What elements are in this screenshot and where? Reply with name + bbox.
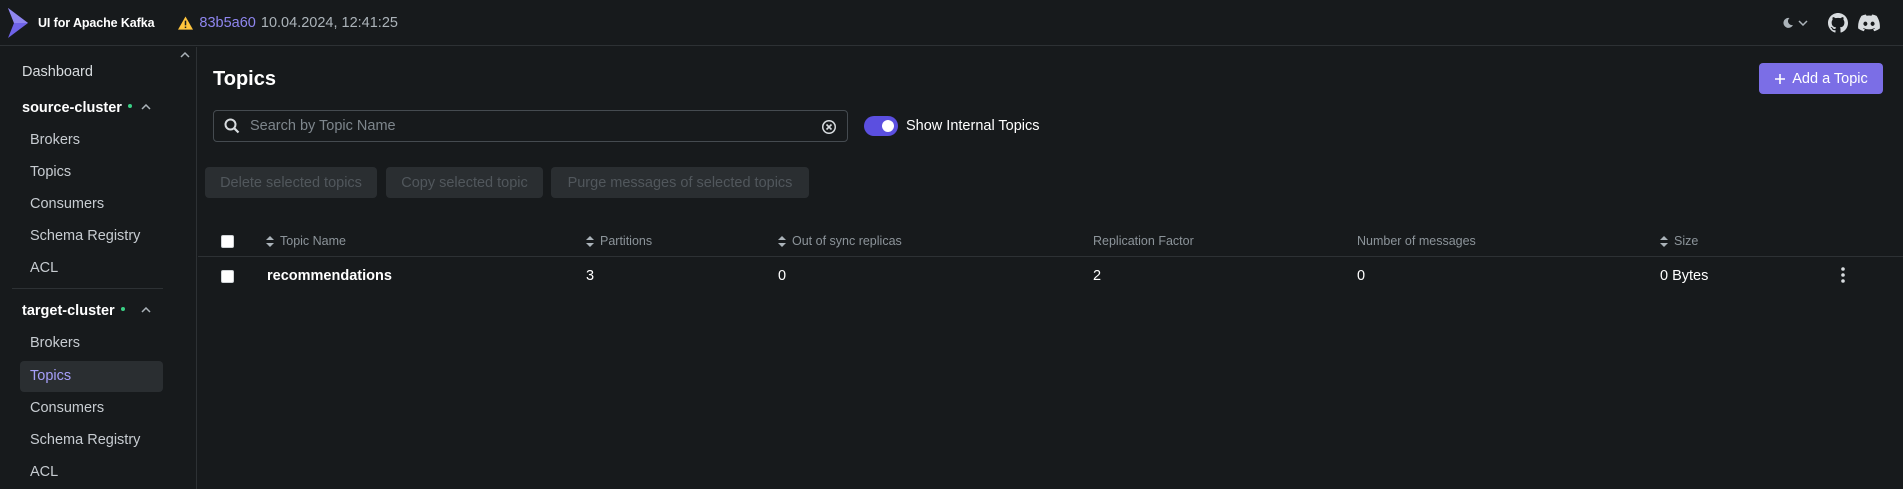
column-label: Partitions bbox=[600, 234, 653, 248]
app-title: UI for Apache Kafka bbox=[38, 15, 155, 30]
sidebar: Dashboard source-cluster Brokers Topics … bbox=[0, 47, 197, 489]
column-size[interactable]: Size bbox=[1660, 225, 1698, 257]
moon-icon bbox=[1783, 17, 1793, 28]
column-number-of-messages: Number of messages bbox=[1357, 225, 1476, 257]
toggle-knob bbox=[882, 120, 894, 132]
column-label: Replication Factor bbox=[1093, 234, 1194, 248]
chevron-down-icon bbox=[1798, 20, 1808, 26]
status-online-dot bbox=[127, 103, 132, 108]
main-content: Topics Add a Topic Show Internal Topics … bbox=[198, 47, 1903, 489]
table-row: recommendations 3 0 2 0 0 Bytes bbox=[198, 258, 1903, 294]
kafka-logo[interactable]: UI for Apache Kafka bbox=[6, 6, 155, 40]
show-internal-toggle[interactable] bbox=[864, 116, 898, 136]
cluster-name: source-cluster bbox=[22, 100, 122, 116]
column-label: Topic Name bbox=[280, 234, 346, 248]
cell-out-of-sync: 0 bbox=[778, 268, 787, 284]
sidebar-item-acl[interactable]: ACL bbox=[20, 253, 163, 284]
chevron-up-icon bbox=[141, 104, 151, 110]
scroll-up-icon[interactable] bbox=[179, 49, 191, 61]
warning-icon bbox=[178, 15, 194, 30]
column-replication-factor: Replication Factor bbox=[1093, 225, 1194, 257]
search-icon bbox=[224, 118, 240, 134]
sidebar-item-consumers[interactable]: Consumers bbox=[20, 393, 163, 424]
column-out-of-sync[interactable]: Out of sync replicas bbox=[778, 225, 902, 257]
cluster-header-target[interactable]: target-cluster bbox=[12, 296, 163, 327]
sidebar-item-topics[interactable]: Topics bbox=[20, 157, 163, 188]
cell-size: 0 Bytes bbox=[1660, 268, 1709, 284]
delete-selected-topics-button[interactable]: Delete selected topics bbox=[205, 167, 377, 198]
sidebar-item-schema-registry[interactable]: Schema Registry bbox=[20, 221, 163, 252]
purge-messages-button[interactable]: Purge messages of selected topics bbox=[551, 167, 809, 198]
kafka-logo-icon bbox=[8, 7, 28, 38]
sidebar-item-schema-registry[interactable]: Schema Registry bbox=[20, 425, 163, 456]
chevron-up-icon bbox=[141, 307, 151, 313]
column-label: Size bbox=[1674, 234, 1699, 248]
search-box bbox=[213, 110, 848, 142]
column-partitions[interactable]: Partitions bbox=[586, 225, 652, 257]
cluster-name: target-cluster bbox=[22, 303, 115, 319]
add-topic-label: Add a Topic bbox=[1792, 70, 1868, 87]
sort-icon bbox=[586, 235, 594, 247]
show-internal-label: Show Internal Topics bbox=[906, 118, 1040, 134]
column-topic-name[interactable]: Topic Name bbox=[266, 225, 346, 257]
page-title: Topics bbox=[213, 68, 276, 90]
plus-icon bbox=[1775, 73, 1786, 84]
status-online-dot bbox=[120, 306, 125, 311]
row-checkbox[interactable] bbox=[221, 270, 234, 283]
sort-icon bbox=[266, 235, 274, 247]
show-internal-topics: Show Internal Topics bbox=[864, 116, 1040, 136]
sidebar-divider bbox=[12, 288, 163, 289]
cell-messages: 0 bbox=[1357, 268, 1366, 284]
sort-icon bbox=[1660, 235, 1668, 247]
github-icon[interactable] bbox=[1828, 13, 1848, 33]
column-label: Number of messages bbox=[1357, 234, 1476, 248]
cell-replication-factor: 2 bbox=[1093, 268, 1102, 284]
add-topic-button[interactable]: Add a Topic bbox=[1759, 63, 1883, 94]
sidebar-item-topics[interactable]: Topics bbox=[20, 361, 163, 392]
sidebar-item-brokers[interactable]: Brokers bbox=[20, 125, 163, 156]
clear-search-icon[interactable] bbox=[821, 119, 837, 135]
top-navbar: UI for Apache Kafka 83b5a60 10.04.2024, … bbox=[0, 0, 1903, 46]
sidebar-item-consumers[interactable]: Consumers bbox=[20, 189, 163, 220]
discord-icon[interactable] bbox=[1858, 14, 1880, 32]
commit-link[interactable]: 83b5a60 bbox=[199, 15, 255, 31]
cluster-header-source[interactable]: source-cluster bbox=[12, 93, 163, 124]
search-input[interactable] bbox=[250, 118, 810, 134]
version-info: 83b5a60 10.04.2024, 12:41:25 bbox=[178, 15, 398, 31]
sidebar-item-acl[interactable]: ACL bbox=[20, 457, 163, 488]
row-actions-menu-icon[interactable] bbox=[1841, 266, 1845, 284]
sort-icon bbox=[778, 235, 786, 247]
sidebar-item-dashboard[interactable]: Dashboard bbox=[12, 57, 155, 88]
copy-selected-topic-button[interactable]: Copy selected topic bbox=[386, 167, 543, 198]
select-all-checkbox[interactable] bbox=[221, 235, 234, 248]
theme-toggle[interactable] bbox=[1782, 17, 1808, 29]
sidebar-item-brokers[interactable]: Brokers bbox=[20, 328, 163, 359]
build-date: 10.04.2024, 12:41:25 bbox=[260, 14, 398, 31]
topic-name-link[interactable]: recommendations bbox=[267, 258, 392, 294]
cell-partitions: 3 bbox=[586, 268, 595, 284]
column-label: Out of sync replicas bbox=[792, 234, 902, 248]
table-header: Topic Name Partitions Out of sync replic… bbox=[198, 225, 1903, 257]
